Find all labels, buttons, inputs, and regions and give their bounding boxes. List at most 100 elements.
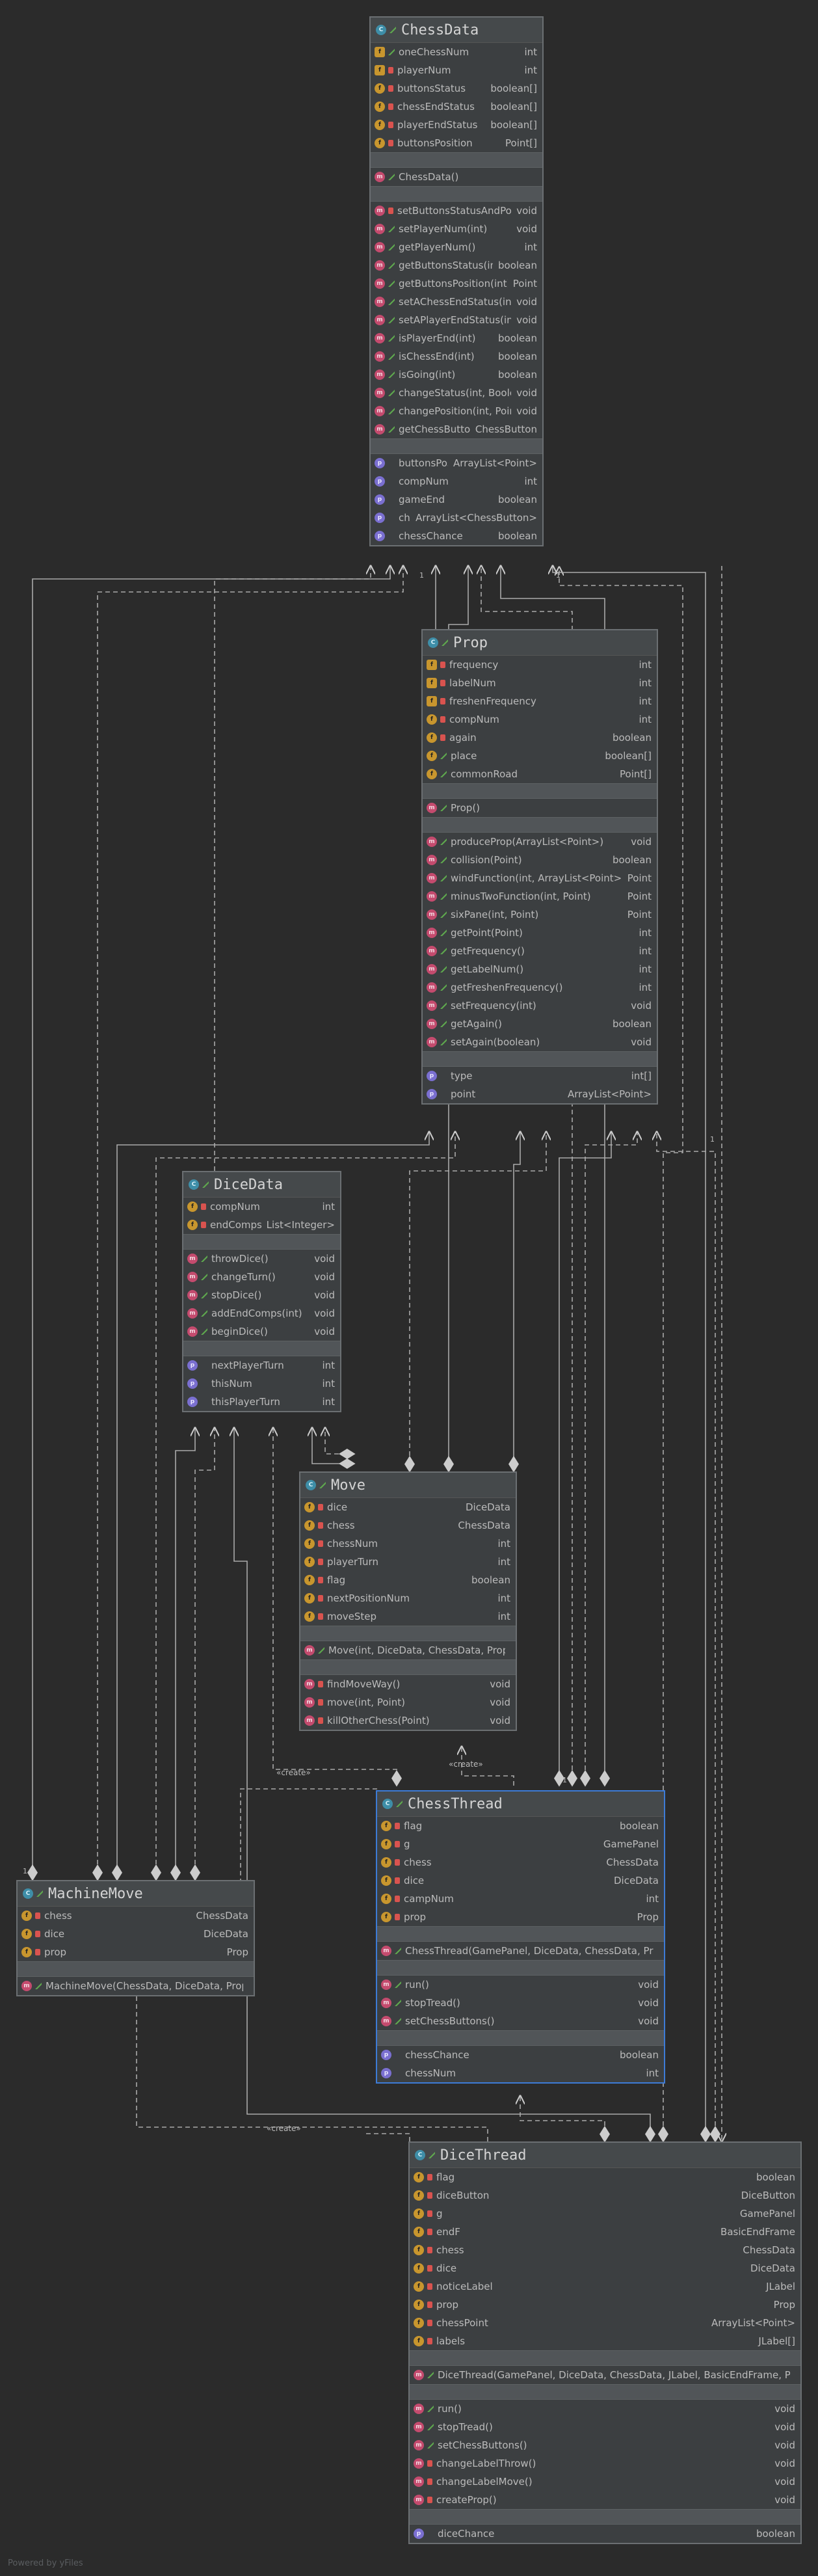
member-row[interactable]: p compNum int [371, 472, 542, 490]
member-row[interactable]: p thisPlayerTurn int [183, 1393, 340, 1411]
member-row[interactable]: f frequency int [423, 656, 657, 674]
member-row[interactable]: m move(int, Point) void [300, 1693, 516, 1711]
class-header[interactable]: C DiceData [183, 1172, 340, 1198]
member-row[interactable]: f buttonsStatus boolean[] [371, 79, 542, 98]
member-row[interactable]: f playerEndStatus boolean[] [371, 116, 542, 134]
member-row[interactable]: m collision(Point) boolean [423, 851, 657, 869]
member-row[interactable]: f chessEndStatus boolean[] [371, 98, 542, 116]
member-row[interactable]: p chessNum int [377, 2064, 664, 2082]
member-row[interactable]: m beginDice() void [183, 1322, 340, 1341]
member-row[interactable]: m produceProp(ArrayList<Point>) void [423, 833, 657, 851]
member-row[interactable]: m addEndComps(int) void [183, 1304, 340, 1322]
member-row[interactable]: f dice DiceData [18, 1925, 254, 1943]
class-dicethread[interactable]: C DiceThread f flag boolean f diceButton DiceBu… [408, 2141, 802, 2544]
member-row[interactable]: f oneChessNum int [371, 43, 542, 61]
class-header[interactable]: C ChessThread [377, 1791, 664, 1817]
member-row[interactable]: m stopTread() void [377, 1994, 664, 2012]
member-row[interactable]: p buttonsPosition ArrayList<Point> [371, 454, 542, 472]
member-row[interactable]: m setAChessEndStatus(int, boolean) void [371, 293, 542, 311]
member-row[interactable]: f commonRoad Point[] [423, 765, 657, 783]
member-row[interactable]: m getFrequency() int [423, 942, 657, 960]
member-row[interactable]: f compNum int [183, 1198, 340, 1216]
member-row[interactable]: p gameEnd boolean [371, 490, 542, 509]
member-row[interactable]: f chess ChessData [300, 1516, 516, 1535]
member-row[interactable]: m getButtonsPosition(int) Point [371, 275, 542, 293]
member-row[interactable]: m changeTurn() void [183, 1268, 340, 1286]
class-chessthread[interactable]: C ChessThread f flag boolean f g GamePanel f ches… [376, 1790, 665, 2084]
member-row[interactable]: m killOtherChess(Point) void [300, 1711, 516, 1730]
member-row[interactable]: f g GamePanel [377, 1835, 664, 1853]
member-row[interactable]: m MachineMove(ChessData, DiceData, Prop) [18, 1977, 254, 1995]
member-row[interactable]: m setPlayerNum(int) void [371, 220, 542, 238]
class-chessdata[interactable]: C ChessData f oneChessNum int f playerNum int f b… [369, 16, 544, 546]
member-row[interactable]: p nextPlayerTurn int [183, 1356, 340, 1375]
class-move[interactable]: C Move f dice DiceData f chess ChessData f chessN… [299, 1471, 517, 1731]
member-row[interactable]: f chess ChessData [410, 2241, 800, 2259]
class-header[interactable]: C DiceThread [410, 2143, 800, 2168]
member-row[interactable]: m setButtonsStatusAndPosition() void [371, 202, 542, 220]
member-row[interactable]: m stopDice() void [183, 1286, 340, 1304]
member-row[interactable]: f prop Prop [18, 1943, 254, 1961]
member-row[interactable]: p type int[] [423, 1067, 657, 1085]
member-row[interactable]: m run() void [410, 2400, 800, 2418]
class-dicedata[interactable]: C DiceData f compNum int f endComps List<Intege… [182, 1171, 341, 1412]
member-row[interactable]: f chess ChessData [377, 1853, 664, 1872]
member-row[interactable]: f chessPoint ArrayList<Point> [410, 2314, 800, 2332]
class-header[interactable]: C Prop [423, 630, 657, 656]
member-row[interactable]: m setChessButtons() void [410, 2436, 800, 2454]
member-row[interactable]: m windFunction(int, ArrayList<Point>) Poin… [423, 869, 657, 887]
member-row[interactable]: f prop Prop [377, 1908, 664, 1926]
member-row[interactable]: m changeStatus(int, Boolean) void [371, 384, 542, 402]
member-row[interactable]: f labelNum int [423, 674, 657, 692]
member-row[interactable]: m getChessButton(int) ChessButton [371, 420, 542, 438]
member-row[interactable]: f chessNum int [300, 1535, 516, 1553]
member-row[interactable]: m Move(int, DiceData, ChessData, Prop) [300, 1641, 516, 1659]
member-row[interactable]: m isPlayerEnd(int) boolean [371, 329, 542, 347]
member-row[interactable]: m getPoint(Point) int [423, 924, 657, 942]
member-row[interactable]: f labels JLabel[] [410, 2332, 800, 2350]
member-row[interactable]: f chess ChessData [18, 1907, 254, 1925]
member-row[interactable]: f moveStep int [300, 1607, 516, 1626]
member-row[interactable]: m stopTread() void [410, 2418, 800, 2436]
member-row[interactable]: m getAgain() boolean [423, 1015, 657, 1033]
member-row[interactable]: m DiceThread(GamePanel, DiceData, ChessDa… [410, 2366, 800, 2384]
member-row[interactable]: m setChessButtons() void [377, 2012, 664, 2030]
member-row[interactable]: p chessChance boolean [377, 2046, 664, 2064]
member-row[interactable]: m throwDice() void [183, 1250, 340, 1268]
member-row[interactable]: f again boolean [423, 729, 657, 747]
member-row[interactable]: m setAgain(boolean) void [423, 1033, 657, 1051]
member-row[interactable]: f nextPositionNum int [300, 1589, 516, 1607]
member-row[interactable]: f g GamePanel [410, 2205, 800, 2223]
member-row[interactable]: f dice DiceData [300, 1498, 516, 1516]
member-row[interactable]: f campNum int [377, 1890, 664, 1908]
member-row[interactable]: m sixPane(int, Point) Point [423, 906, 657, 924]
class-header[interactable]: C ChessData [371, 18, 542, 43]
member-row[interactable]: f diceButton DiceButton [410, 2186, 800, 2205]
member-row[interactable]: f playerNum int [371, 61, 542, 79]
class-machinemove[interactable]: C MachineMove f chess ChessData f dice DiceData… [16, 1880, 255, 1996]
member-row[interactable]: m getPlayerNum() int [371, 238, 542, 256]
class-header[interactable]: C Move [300, 1473, 516, 1498]
member-row[interactable]: f dice DiceData [377, 1872, 664, 1890]
member-row[interactable]: m findMoveWay() void [300, 1675, 516, 1693]
member-row[interactable]: f compNum int [423, 710, 657, 729]
class-prop[interactable]: C Prop f frequency int f labelNum int f freshenFr… [421, 629, 658, 1105]
member-row[interactable]: f place boolean[] [423, 747, 657, 765]
member-row[interactable]: p chessChance boolean [371, 527, 542, 545]
member-row[interactable]: m ChessData() [371, 168, 542, 186]
member-row[interactable]: p thisNum int [183, 1375, 340, 1393]
member-row[interactable]: p diceChance boolean [410, 2525, 800, 2543]
member-row[interactable]: m isGoing(int) boolean [371, 366, 542, 384]
member-row[interactable]: f freshenFrequency int [423, 692, 657, 710]
member-row[interactable]: m changePosition(int, Point) void [371, 402, 542, 420]
member-row[interactable]: m getButtonsStatus(int) boolean [371, 256, 542, 275]
member-row[interactable]: m changeLabelThrow() void [410, 2454, 800, 2473]
class-header[interactable]: C MachineMove [18, 1881, 254, 1907]
member-row[interactable]: m createProp() void [410, 2491, 800, 2509]
member-row[interactable]: f prop Prop [410, 2296, 800, 2314]
member-row[interactable]: f noticeLabel JLabel [410, 2277, 800, 2296]
member-row[interactable]: m setFrequency(int) void [423, 997, 657, 1015]
member-row[interactable]: f endComps List<Integer> [183, 1216, 340, 1234]
member-row[interactable]: m minusTwoFunction(int, Point) Point [423, 887, 657, 906]
member-row[interactable]: f flag boolean [377, 1817, 664, 1835]
